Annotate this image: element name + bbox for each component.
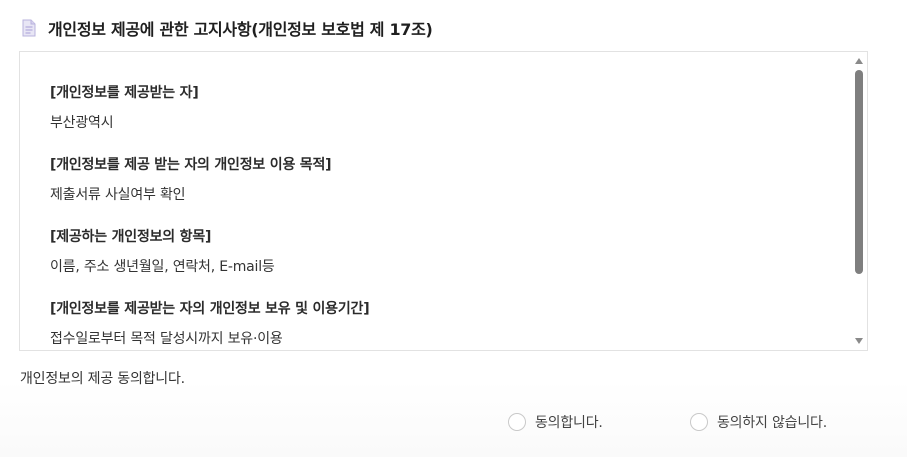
section-heading: [개인정보를 제공 받는 자의 개인정보 이용 목적] <box>50 157 332 173</box>
consent-question: 개인정보의 제공 동의합니다. <box>20 371 185 387</box>
document-icon <box>22 19 36 37</box>
notice-section: [개인정보를 제공 받는 자의 개인정보 이용 목적] 제출서류 사실여부 확인 <box>50 154 830 206</box>
notice-title-row: 개인정보 제공에 관한 고지사항(개인정보 보호법 제 17조) <box>22 15 433 41</box>
section-body: 제출서류 사실여부 확인 <box>50 187 186 203</box>
scroll-up-arrow-icon[interactable] <box>855 58 863 64</box>
notice-section: [개인정보를 제공받는 자] 부산광역시 <box>50 82 830 134</box>
section-body: 이름, 주소 생년월일, 연락처, E-mail등 <box>50 259 275 275</box>
notice-content: [개인정보를 제공받는 자] 부산광역시 [개인정보를 제공 받는 자의 개인정… <box>50 82 830 350</box>
notice-scroll-box[interactable]: [개인정보를 제공받는 자] 부산광역시 [개인정보를 제공 받는 자의 개인정… <box>19 51 868 351</box>
disagree-radio-label[interactable]: 동의하지 않습니다. <box>717 412 827 432</box>
section-body: 부산광역시 <box>50 115 114 131</box>
section-body: 접수일로부터 목적 달성시까지 보유·이용 <box>50 331 283 347</box>
disagree-radio-button[interactable] <box>690 413 708 431</box>
section-heading: [제공하는 개인정보의 항목] <box>50 229 212 245</box>
scrollbar-thumb[interactable] <box>855 70 863 274</box>
disagree-radio-option[interactable]: 동의하지 않습니다. <box>690 411 827 433</box>
vertical-scrollbar[interactable] <box>852 52 866 350</box>
notice-section: [제공하는 개인정보의 항목] 이름, 주소 생년월일, 연락처, E-mail… <box>50 226 830 278</box>
scroll-down-arrow-icon[interactable] <box>855 338 863 344</box>
page-title: 개인정보 제공에 관한 고지사항(개인정보 보호법 제 17조) <box>48 20 433 39</box>
notice-section: [개인정보를 제공받는 자의 개인정보 보유 및 이용기간] 접수일로부터 목적… <box>50 298 830 350</box>
agree-radio-label[interactable]: 동의합니다. <box>535 412 603 432</box>
section-heading: [개인정보를 제공받는 자의 개인정보 보유 및 이용기간] <box>50 301 370 317</box>
agree-radio-option[interactable]: 동의합니다. <box>508 411 603 433</box>
section-heading: [개인정보를 제공받는 자] <box>50 85 199 101</box>
agree-radio-button[interactable] <box>508 413 526 431</box>
